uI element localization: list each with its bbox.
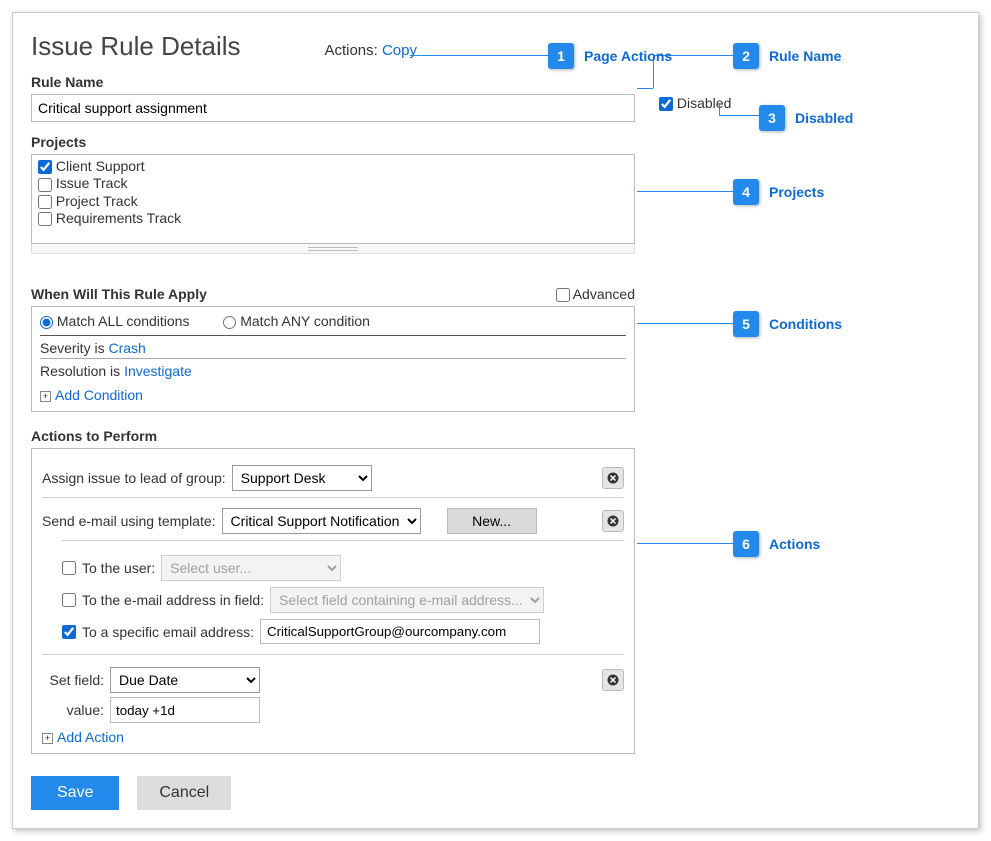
advanced-label: Advanced (573, 286, 635, 302)
condition-verb: is (110, 363, 120, 379)
to-user-label: To the user: (82, 560, 155, 576)
to-user-select: Select user... (161, 555, 341, 581)
project-name: Client Support (56, 158, 145, 174)
callout-badge: 6 (733, 531, 759, 557)
add-action-link[interactable]: Add Action (57, 729, 124, 745)
callout-badge: 4 (733, 179, 759, 205)
expand-icon[interactable]: + (40, 391, 51, 402)
advanced-checkbox[interactable] (556, 288, 570, 302)
rule-name-label: Rule Name (31, 74, 651, 90)
set-field-select[interactable]: Due Date (110, 667, 260, 693)
condition-row: Severity is Crash (40, 335, 626, 358)
callout-badge: 3 (759, 105, 785, 131)
project-name: Requirements Track (56, 210, 181, 226)
projects-label: Projects (31, 134, 651, 150)
project-checkbox[interactable] (38, 212, 52, 226)
copy-action-link[interactable]: Copy (382, 42, 417, 59)
match-all-option[interactable]: Match ALL conditions (40, 313, 189, 329)
actions-label: Actions: (324, 42, 377, 59)
expand-icon[interactable]: + (42, 733, 53, 744)
match-any-label: Match ANY condition (240, 313, 370, 329)
to-field-checkbox[interactable] (62, 593, 76, 607)
project-name: Issue Track (56, 175, 128, 191)
callout-badge: 5 (733, 311, 759, 337)
callout-label: Page Actions (584, 48, 672, 64)
project-checkbox[interactable] (38, 195, 52, 209)
condition-field: Resolution (40, 363, 106, 379)
to-address-checkbox[interactable] (62, 625, 76, 639)
condition-row: Resolution is Investigate (40, 358, 626, 381)
disabled-label: Disabled (677, 95, 731, 111)
callout-label: Conditions (769, 316, 842, 332)
delete-action-button[interactable] (602, 669, 624, 691)
new-template-button[interactable]: New... (447, 508, 537, 534)
cancel-button[interactable]: Cancel (137, 776, 231, 810)
actions-perform-label: Actions to Perform (31, 428, 651, 444)
disabled-checkbox[interactable] (659, 97, 673, 111)
set-value-input[interactable] (110, 697, 260, 723)
match-any-option[interactable]: Match ANY condition (223, 313, 370, 329)
delete-action-button[interactable] (602, 467, 624, 489)
value-label: value: (42, 702, 104, 718)
callout-label: Disabled (795, 110, 853, 126)
condition-field: Severity (40, 340, 91, 356)
callout-badge: 2 (733, 43, 759, 69)
callout-label: Actions (769, 536, 820, 552)
to-address-label: To a specific email address: (82, 624, 254, 640)
match-all-label: Match ALL conditions (57, 313, 190, 329)
projects-listbox[interactable]: Client Support Issue Track Project Track… (31, 154, 635, 244)
when-apply-label: When Will This Rule Apply (31, 286, 207, 302)
to-field-label: To the e-mail address in field: (82, 592, 264, 608)
project-checkbox[interactable] (38, 178, 52, 192)
callout-label: Projects (769, 184, 824, 200)
condition-verb: is (94, 340, 104, 356)
add-condition-link[interactable]: Add Condition (55, 387, 143, 403)
rule-name-input[interactable] (31, 94, 635, 122)
callout-label: Rule Name (769, 48, 841, 64)
assign-label: Assign issue to lead of group: (42, 470, 226, 486)
email-template-select[interactable]: Critical Support Notification (222, 508, 421, 534)
page-title: Issue Rule Details (31, 31, 241, 62)
resize-handle[interactable] (31, 244, 635, 254)
save-button[interactable]: Save (31, 776, 119, 810)
project-checkbox[interactable] (38, 160, 52, 174)
email-template-label: Send e-mail using template: (42, 513, 216, 529)
to-address-input[interactable] (260, 619, 540, 644)
set-field-label: Set field: (42, 672, 104, 688)
to-user-checkbox[interactable] (62, 561, 76, 575)
condition-value-link[interactable]: Investigate (124, 363, 192, 379)
project-name: Project Track (56, 193, 138, 209)
delete-action-button[interactable] (602, 510, 624, 532)
to-field-select: Select field containing e-mail address..… (270, 587, 544, 613)
callout-badge: 1 (548, 43, 574, 69)
condition-value-link[interactable]: Crash (108, 340, 145, 356)
assign-group-select[interactable]: Support Desk (232, 465, 372, 491)
